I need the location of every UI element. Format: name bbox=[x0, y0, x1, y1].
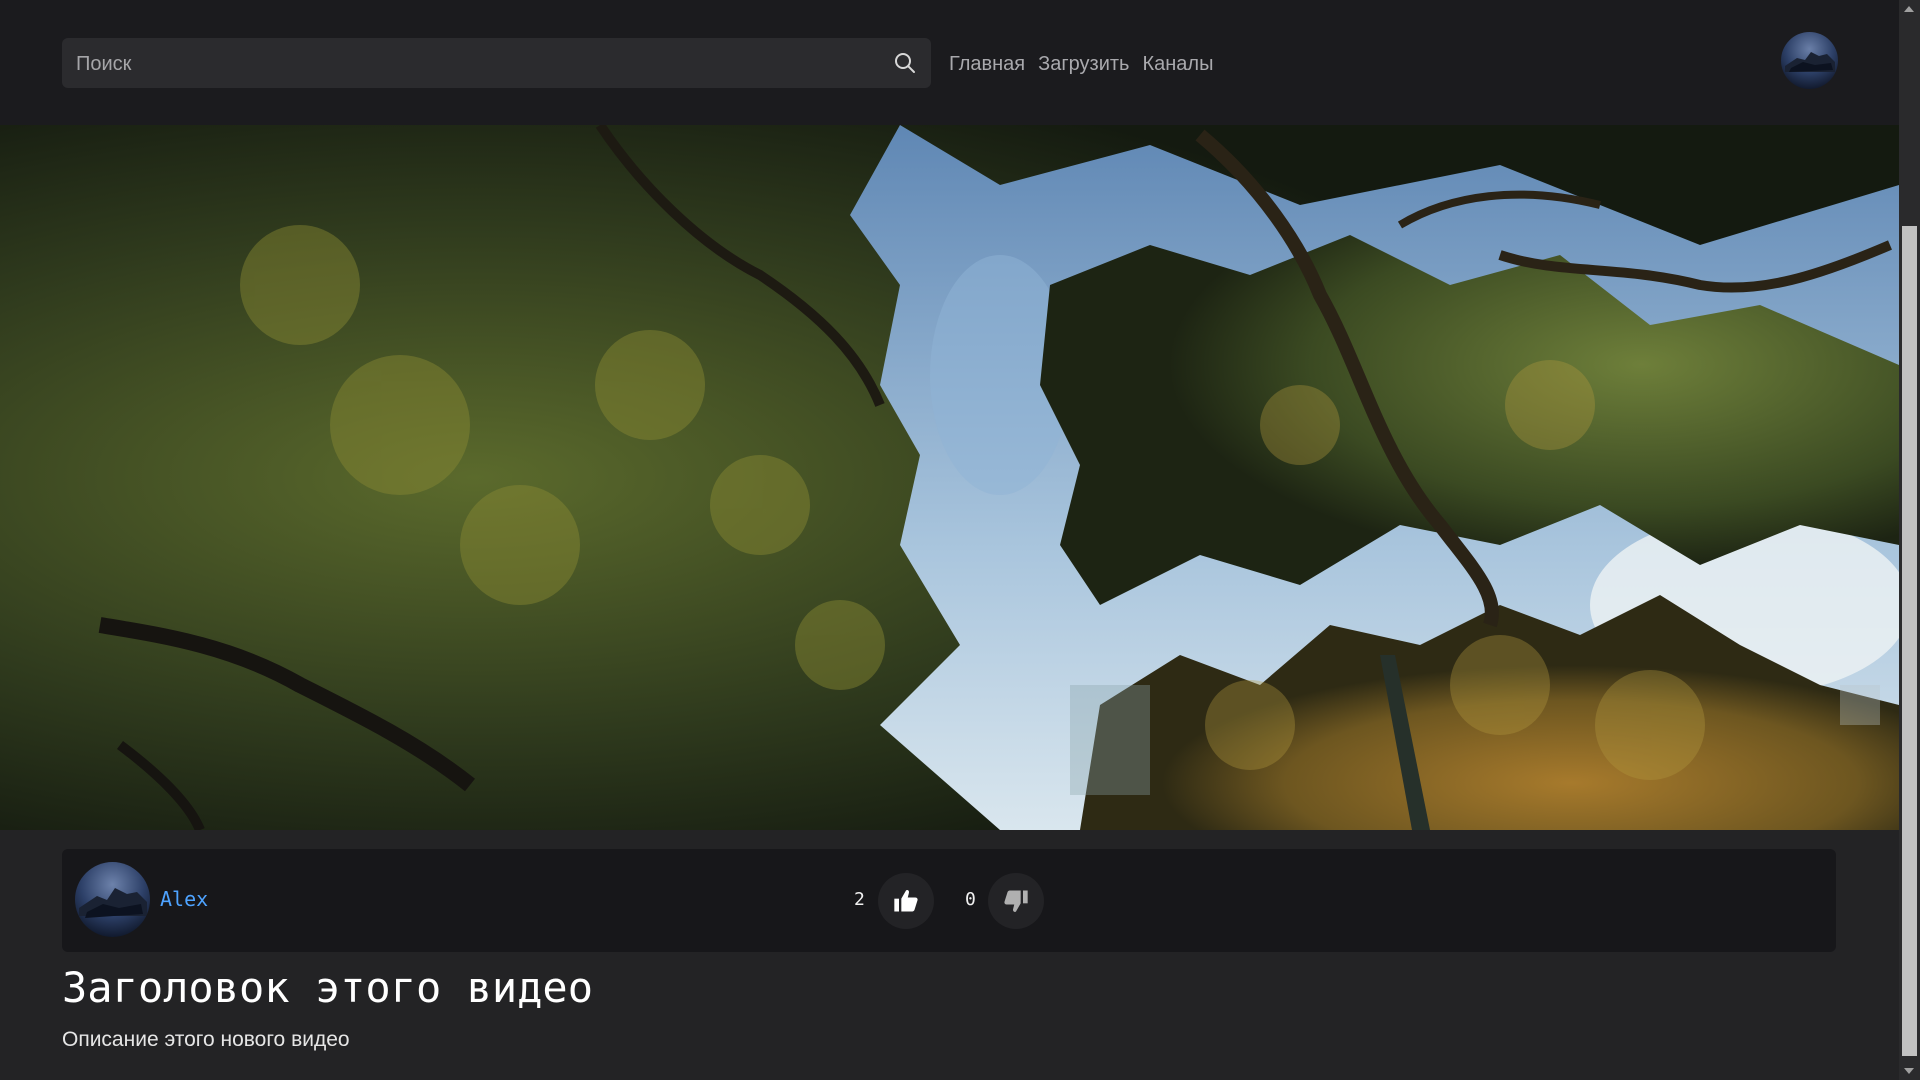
channel-avatar[interactable] bbox=[75, 862, 150, 937]
video-description: Описание этого нового видео bbox=[62, 1028, 350, 1051]
top-header: Главная Загрузить Каналы bbox=[0, 0, 1899, 125]
video-info-bar: Alex 2 0 bbox=[62, 849, 1836, 952]
thumbs-down-icon bbox=[1004, 890, 1028, 912]
video-player[interactable] bbox=[0, 125, 1899, 830]
dislike-button[interactable] bbox=[988, 873, 1044, 929]
search-icon[interactable] bbox=[893, 51, 917, 75]
nav-link-channels[interactable]: Каналы bbox=[1142, 50, 1213, 78]
dislike-count: 0 bbox=[965, 889, 976, 910]
channel-avatar-image bbox=[75, 862, 150, 937]
nav-link-upload[interactable]: Загрузить bbox=[1038, 50, 1129, 78]
like-count: 2 bbox=[854, 889, 865, 910]
search-input[interactable] bbox=[74, 38, 868, 90]
like-button[interactable] bbox=[878, 873, 934, 929]
search-box[interactable] bbox=[62, 38, 931, 90]
nav-link-home[interactable]: Главная bbox=[949, 50, 1025, 78]
user-avatar[interactable] bbox=[1781, 32, 1838, 89]
video-title: Заголовок этого видео bbox=[62, 963, 594, 1012]
thumbs-up-icon bbox=[894, 890, 918, 912]
scroll-up-arrow[interactable] bbox=[1904, 6, 1914, 12]
scroll-down-arrow[interactable] bbox=[1904, 1068, 1914, 1074]
avatar-image bbox=[1781, 32, 1838, 89]
scroll-thumb[interactable] bbox=[1902, 226, 1917, 1056]
page-scrollbar[interactable] bbox=[1899, 0, 1920, 1080]
main-nav: Главная Загрузить Каналы bbox=[949, 50, 1213, 78]
channel-name-link[interactable]: Alex bbox=[160, 887, 208, 911]
video-frame bbox=[0, 125, 1899, 830]
